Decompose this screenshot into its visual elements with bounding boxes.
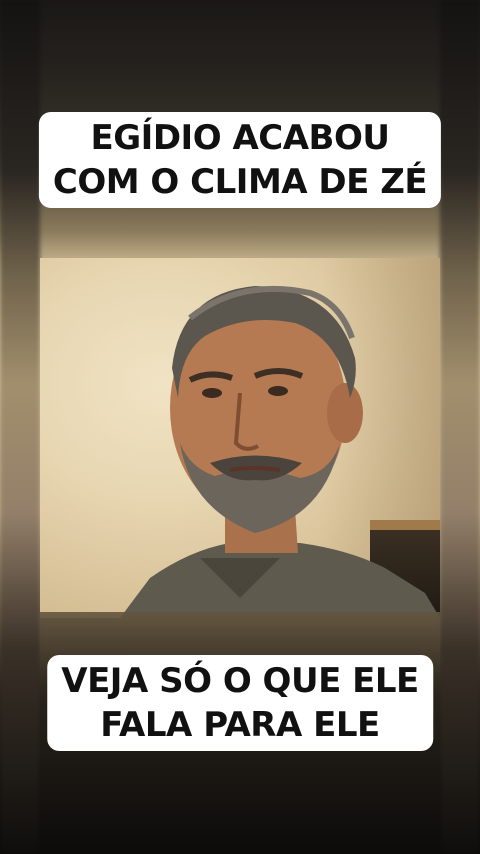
left-blur-band <box>0 0 40 854</box>
top-caption: EGÍDIO ACABOU COM O CLIMA DE ZÉ <box>38 112 442 208</box>
bearded-man-figure <box>120 285 440 618</box>
top-caption-line-2: COM O CLIMA DE ZÉ <box>52 162 428 202</box>
right-blur-band <box>440 0 480 854</box>
bottom-caption-line-1: VEJA SÓ O QUE ELE <box>61 661 419 701</box>
bottom-caption: VEJA SÓ O QUE ELE FALA PARA ELE <box>47 655 433 751</box>
top-caption-line-1: EGÍDIO ACABOU <box>90 118 390 158</box>
bottom-caption-line-2: FALA PARA ELE <box>100 705 380 745</box>
man-portrait-photo <box>40 258 440 618</box>
video-frame: EGÍDIO ACABOU COM O CLIMA DE ZÉ VEJA SÓ … <box>0 0 480 854</box>
